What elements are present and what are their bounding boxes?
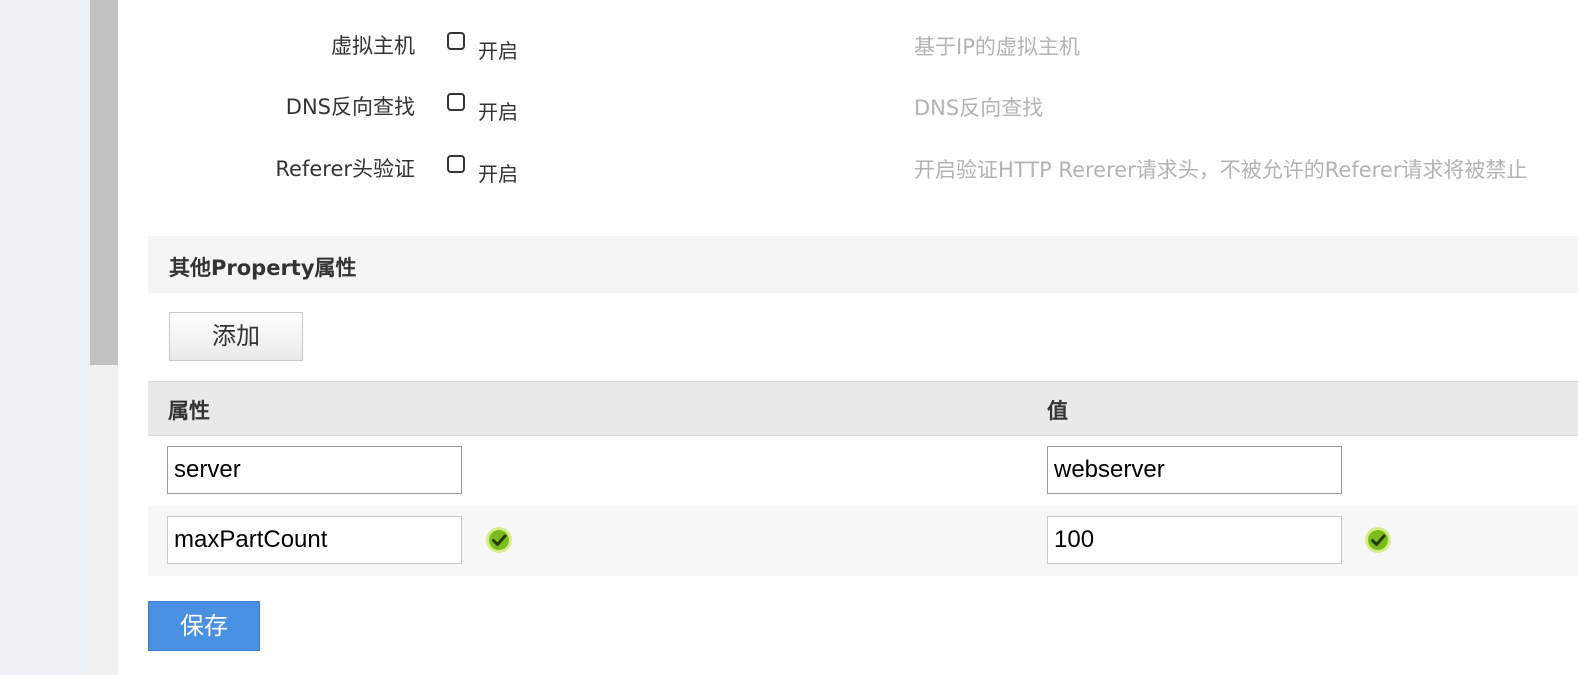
property-value-input[interactable]: 100	[1047, 516, 1342, 564]
option-description-dns-lookup: DNS反向查找	[914, 96, 1044, 120]
dns-lookup-checkbox[interactable]	[447, 93, 465, 111]
section-header: 其他Property属性	[148, 236, 1578, 293]
property-name-input[interactable]: server	[167, 446, 462, 494]
scrollbar[interactable]	[90, 0, 118, 675]
option-description-virtual-host: 基于IP的虚拟主机	[914, 35, 1080, 59]
option-label-virtual-host: 虚拟主机	[331, 34, 415, 58]
option-row-referer-check: Referer头验证 开启 开启验证HTTP Rererer请求头，不被允许的R…	[118, 143, 1578, 186]
properties-table-header: 属性 值	[148, 381, 1578, 436]
table-row: server webserver	[148, 436, 1578, 506]
option-row-virtual-host: 虚拟主机 开启 基于IP的虚拟主机	[118, 20, 1578, 63]
property-value-input[interactable]: webserver	[1047, 446, 1342, 494]
save-button[interactable]: 保存	[148, 601, 260, 651]
left-gutter	[0, 0, 90, 675]
table-row: maxPartCount 100	[148, 506, 1578, 576]
settings-form: 虚拟主机 开启 基于IP的虚拟主机 DNS反向查找 开启 DNS反向查找 Ref…	[118, 0, 1578, 675]
option-label-dns-lookup: DNS反向查找	[285, 95, 415, 119]
check-ok-icon	[1365, 527, 1391, 553]
check-ok-icon	[486, 527, 512, 553]
option-label-referer-check: Referer头验证	[275, 157, 415, 181]
column-header-value: 值	[1047, 399, 1068, 423]
section-title: 其他Property属性	[169, 256, 357, 280]
option-row-dns-lookup: DNS反向查找 开启 DNS反向查找	[118, 81, 1578, 124]
referer-check-checkbox[interactable]	[447, 155, 465, 173]
dns-lookup-enable-label[interactable]: 开启	[478, 96, 518, 125]
column-header-property: 属性	[168, 399, 210, 423]
property-name-input[interactable]: maxPartCount	[167, 516, 462, 564]
scrollbar-thumb[interactable]	[90, 0, 118, 365]
virtual-host-checkbox[interactable]	[447, 32, 465, 50]
option-description-referer-check: 开启验证HTTP Rererer请求头，不被允许的Referer请求将被禁止	[914, 158, 1528, 182]
virtual-host-enable-label[interactable]: 开启	[478, 35, 518, 64]
add-property-button[interactable]: 添加	[169, 312, 303, 361]
referer-check-enable-label[interactable]: 开启	[478, 158, 518, 187]
